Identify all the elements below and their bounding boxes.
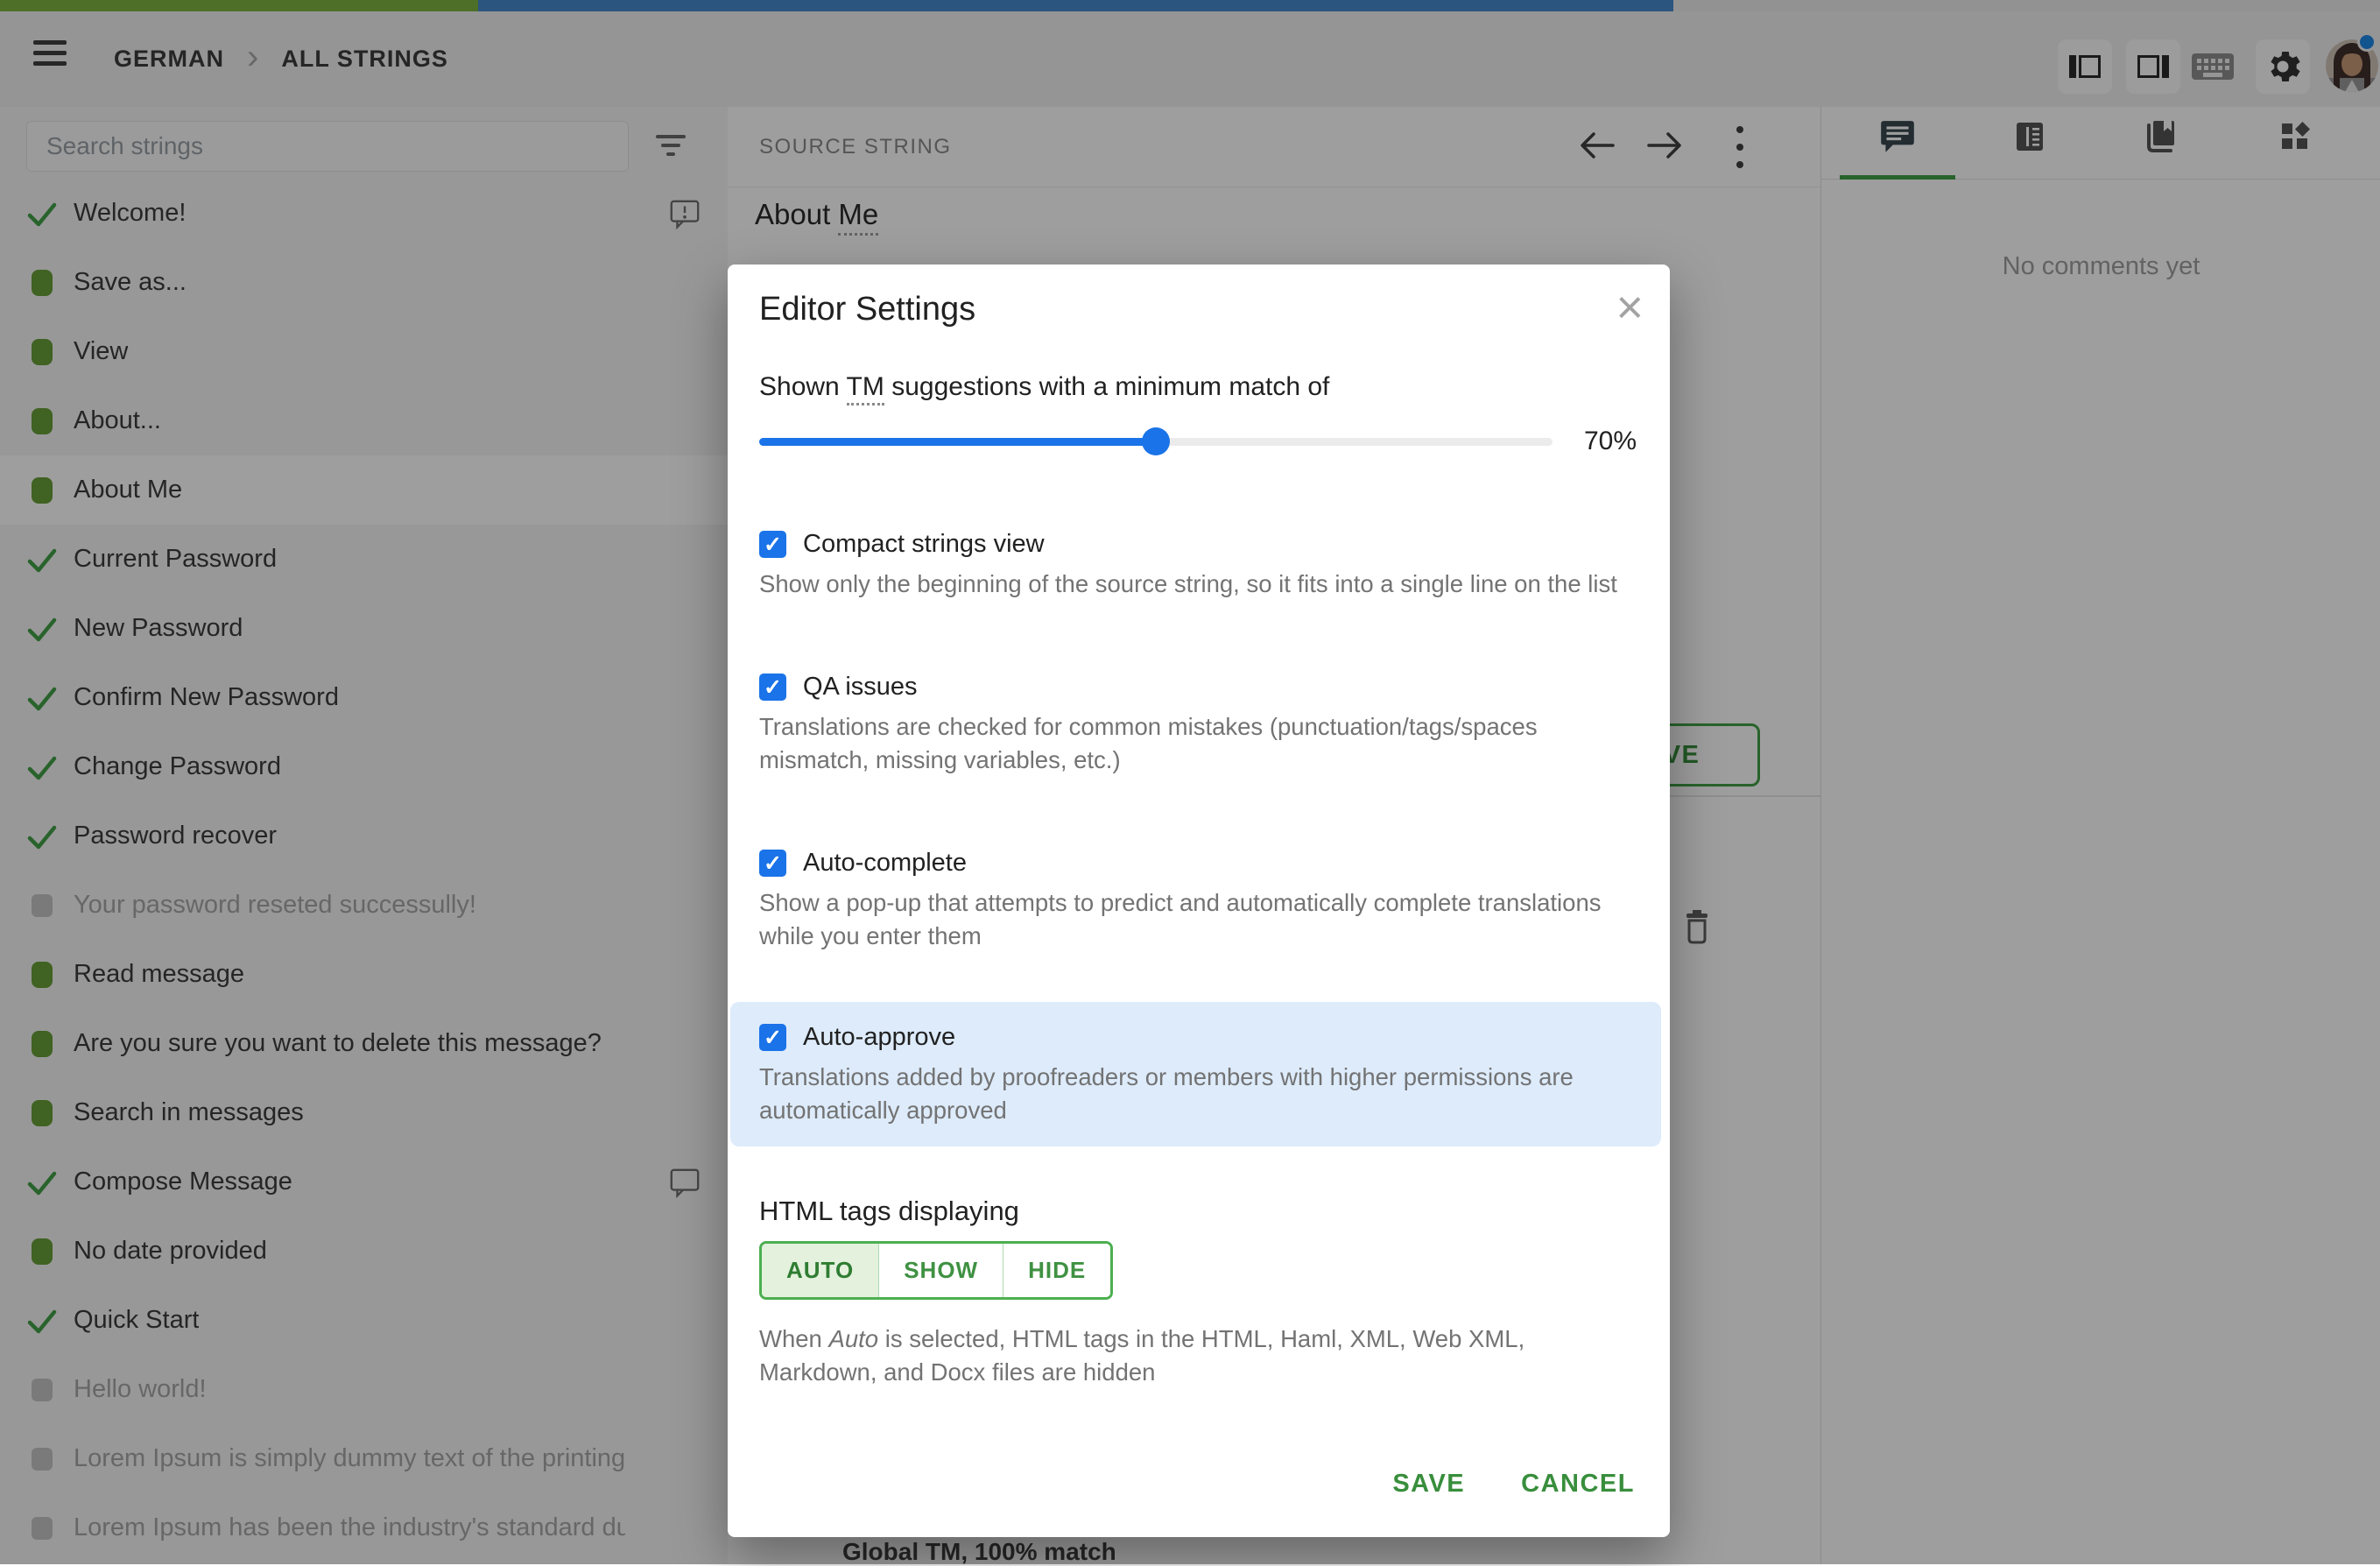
checkbox-checked-icon[interactable]: ✓ — [759, 674, 786, 701]
tm-match-slider-row: 70% — [759, 427, 1637, 456]
auto-complete-checkbox-row[interactable]: ✓ Auto-complete — [759, 849, 1637, 878]
auto-approve-checkbox-row[interactable]: ✓ Auto-approve — [759, 1023, 1637, 1052]
setting-qa-issues: ✓ QA issues Translations are checked for… — [759, 673, 1637, 777]
html-tags-heading: HTML tags displaying — [759, 1196, 1019, 1226]
checkbox-label: Auto-complete — [803, 849, 967, 877]
qa-issues-checkbox-row[interactable]: ✓ QA issues — [759, 673, 1637, 702]
toggle-option-auto[interactable]: AUTO — [762, 1244, 879, 1297]
setting-description: Translations are checked for common mist… — [759, 713, 1538, 773]
setting-description: Translations added by proofreaders or me… — [759, 1063, 1574, 1124]
toggle-option-show[interactable]: SHOW — [878, 1244, 1003, 1297]
checkbox-label: Auto-approve — [803, 1023, 956, 1051]
html-tags-description: When Auto is selected, HTML tags in the … — [759, 1325, 1525, 1386]
toggle-option-hide[interactable]: HIDE — [1003, 1244, 1111, 1297]
checkbox-checked-icon[interactable]: ✓ — [759, 1024, 786, 1051]
setting-compact-strings: ✓ Compact strings view Show only the beg… — [759, 530, 1637, 601]
slider-fill — [759, 437, 1156, 446]
slider-thumb[interactable] — [1142, 427, 1170, 455]
checkbox-checked-icon[interactable]: ✓ — [759, 850, 786, 877]
setting-auto-complete: ✓ Auto-complete Show a pop-up that attem… — [759, 849, 1637, 953]
tm-term: TM — [846, 372, 884, 406]
save-button[interactable]: SAVE — [1392, 1470, 1465, 1499]
tm-match-slider[interactable] — [759, 427, 1553, 455]
html-tags-toggle: AUTO SHOW HIDE — [759, 1241, 1114, 1300]
close-icon[interactable]: × — [1616, 284, 1644, 331]
compact-strings-checkbox-row[interactable]: ✓ Compact strings view — [759, 530, 1637, 559]
setting-description: Show a pop-up that attempts to predict a… — [759, 889, 1602, 949]
dialog-actions: SAVE CANCEL — [1392, 1470, 1635, 1499]
checkbox-label: Compact strings view — [803, 530, 1045, 558]
slider-value: 70% — [1583, 427, 1637, 455]
cancel-button[interactable]: CANCEL — [1521, 1470, 1635, 1499]
dialog-title: Editor Settings — [759, 291, 976, 328]
editor-settings-dialog: × Editor Settings Shown TM suggestions w… — [728, 265, 1670, 1537]
setting-description: Show only the beginning of the source st… — [759, 570, 1617, 597]
checkbox-label: QA issues — [803, 673, 918, 701]
tm-slider-label: Shown TM suggestions with a minimum matc… — [759, 372, 1637, 406]
checkbox-checked-icon[interactable]: ✓ — [759, 531, 786, 558]
setting-auto-approve-highlighted: ✓ Auto-approve Translations added by pro… — [730, 1002, 1661, 1146]
